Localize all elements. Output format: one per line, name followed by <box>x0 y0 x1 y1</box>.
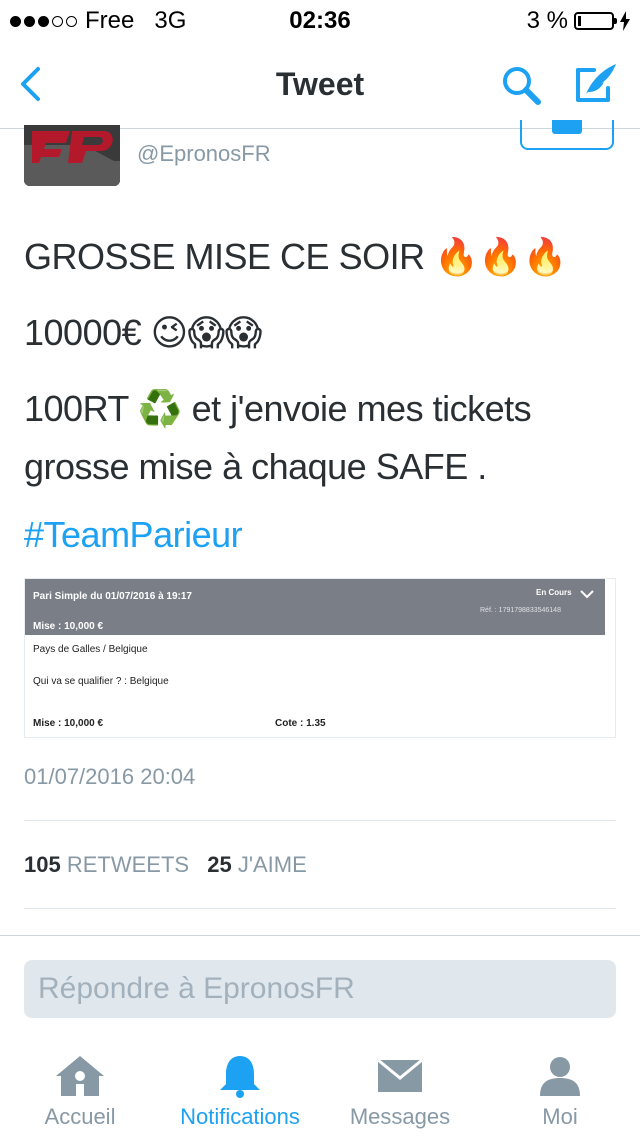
author-avatar[interactable] <box>24 125 120 186</box>
ticket-odds: Cote : 1.35 <box>275 718 326 729</box>
charging-bolt-icon <box>620 11 630 31</box>
retweets-label: RETWEETS <box>66 852 190 877</box>
likes-count: 25 <box>207 852 232 877</box>
tab-messages[interactable]: Messages <box>320 1046 480 1136</box>
tweet-text-line-3: 100RT ♻️ et j'envoie mes tickets <box>24 388 532 429</box>
ticket-question: Qui va se qualifier ? : Belgique <box>33 676 169 687</box>
follow-person-icon <box>552 120 582 134</box>
battery-icon <box>574 12 617 30</box>
navigation-bar: Tweet <box>0 40 640 129</box>
person-icon <box>540 1057 580 1096</box>
author-handle[interactable]: @EpronosFR <box>137 141 271 167</box>
home-icon <box>56 1056 104 1096</box>
attached-ticket-image[interactable]: Pari Simple du 01/07/2016 à 19:17 En Cou… <box>24 578 616 738</box>
ticket-stake-header: Mise : 10,000 € <box>33 621 104 632</box>
tab-profile[interactable]: Moi <box>480 1046 640 1136</box>
divider <box>0 935 640 936</box>
tweet-text-line-1: GROSSE MISE CE SOIR 🔥🔥🔥 <box>24 236 568 277</box>
retweets-count: 105 <box>24 852 61 877</box>
retweets-stat[interactable]: 105 RETWEETS <box>24 852 189 877</box>
tab-home[interactable]: Accueil <box>0 1046 160 1136</box>
bell-icon <box>220 1056 260 1098</box>
tweet-text-line-2: 10000€ 😉😱😱 <box>24 312 262 353</box>
likes-label: J'AIME <box>237 852 307 877</box>
reply-input[interactable]: Répondre à EpronosFR <box>24 960 616 1018</box>
compose-quill-icon[interactable] <box>574 60 620 106</box>
tweet-timestamp: 01/07/2016 20:04 <box>24 764 196 789</box>
ticket-header: Pari Simple du 01/07/2016 à 19:17 En Cou… <box>25 579 605 635</box>
reply-placeholder: Répondre à EpronosFR <box>38 972 355 1005</box>
epronos-logo-icon <box>24 125 120 186</box>
follow-button[interactable] <box>520 120 614 150</box>
tab-profile-label: Moi <box>542 1104 578 1129</box>
ticket-status: En Cours <box>536 588 572 597</box>
likes-stat[interactable]: 25 J'AIME <box>207 852 307 877</box>
ticket-stake: Mise : 10,000 € <box>33 718 104 729</box>
ticket-reference: Réf. : 1791798833546148 <box>480 607 561 614</box>
battery-percent: 3 % <box>526 7 568 34</box>
ticket-title: Pari Simple du 01/07/2016 à 19:17 <box>33 591 192 602</box>
hashtag-link[interactable]: #TeamParieur <box>24 514 243 556</box>
status-bar: Free 3G 02:36 3 % <box>0 0 640 40</box>
tab-messages-label: Messages <box>349 1104 451 1129</box>
search-icon[interactable] <box>500 64 546 106</box>
battery-info: 3 % <box>527 7 630 35</box>
tab-notifications[interactable]: Notifications <box>160 1046 320 1136</box>
tab-home-label: Accueil <box>44 1104 116 1129</box>
divider <box>24 908 616 909</box>
envelope-icon <box>377 1058 423 1092</box>
divider <box>24 820 616 821</box>
ticket-match: Pays de Galles / Belgique <box>33 644 148 655</box>
tab-notifications-label: Notifications <box>180 1104 300 1129</box>
chevron-down-icon <box>580 590 594 599</box>
tweet-stats: 105 RETWEETS 25 J'AIME <box>24 852 307 878</box>
tweet-text-line-4: grosse mise à chaque SAFE . <box>24 446 487 487</box>
